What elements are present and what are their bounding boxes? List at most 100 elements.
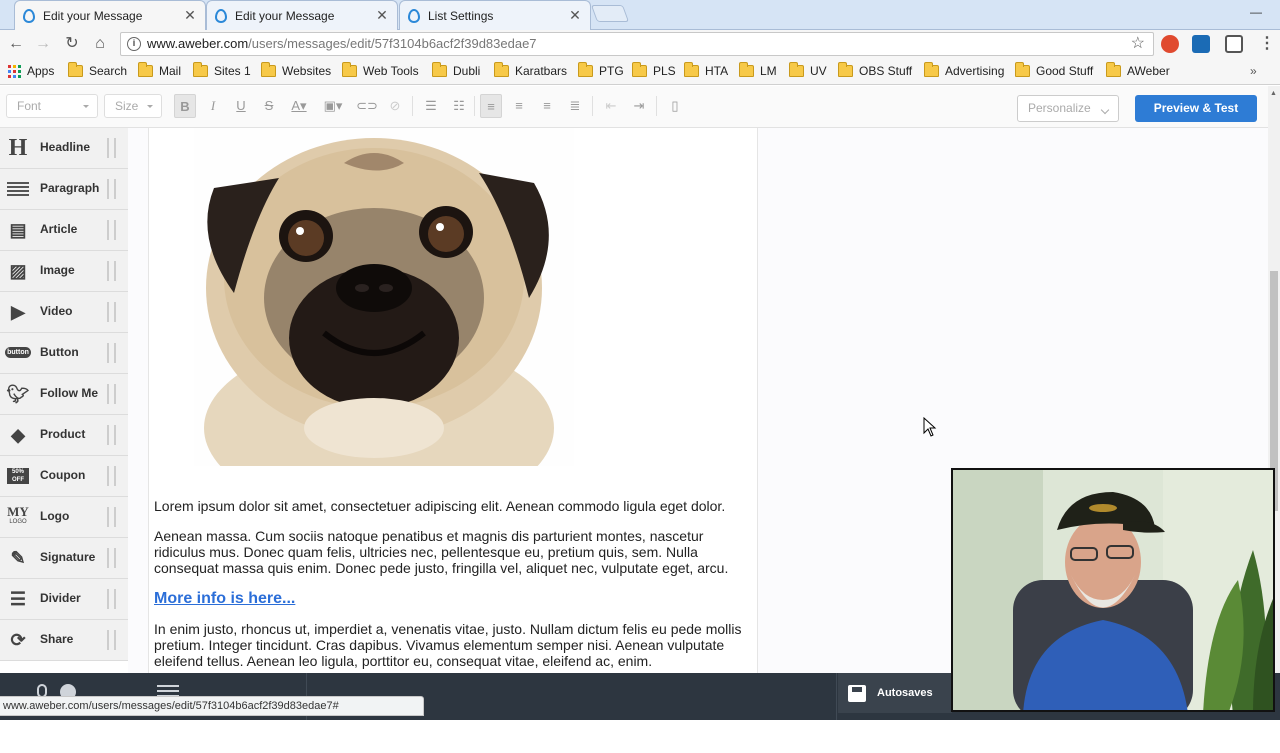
extension-red-icon[interactable] <box>1161 35 1179 53</box>
drag-handle-icon[interactable] <box>107 630 116 650</box>
bookmarks-overflow-icon[interactable]: » <box>1250 64 1257 78</box>
outdent-icon[interactable]: ⇤ <box>600 94 622 118</box>
block-coupon[interactable]: 50% OFF Coupon <box>0 456 128 497</box>
align-right-icon[interactable]: ≡ <box>536 94 558 118</box>
block-button[interactable]: button Button <box>0 333 128 374</box>
drag-handle-icon[interactable] <box>107 589 116 609</box>
message-text[interactable]: Lorem ipsum dolor sit amet, consectetuer… <box>154 498 754 683</box>
block-logo[interactable]: MY LOGO Logo <box>0 497 128 538</box>
bookmark-mail[interactable]: Mail <box>138 62 181 78</box>
link-icon[interactable]: ⊂⊃ <box>356 94 378 118</box>
highlight-color-icon[interactable]: ▣▾ <box>322 94 344 118</box>
bookmark-karatbars[interactable]: Karatbars <box>494 62 568 78</box>
more-info-link[interactable]: More info is here... <box>154 590 295 607</box>
drag-handle-icon[interactable] <box>107 138 116 158</box>
block-divider[interactable]: ☰ Divider <box>0 579 128 620</box>
extension-s-icon[interactable] <box>1192 35 1210 53</box>
align-left-icon[interactable]: ≡ <box>480 94 502 118</box>
window-minimize-icon[interactable]: — <box>1248 5 1264 19</box>
block-article[interactable]: ▤ Article <box>0 210 128 251</box>
pug-photo[interactable] <box>194 128 574 466</box>
autosaves-button[interactable]: Autosaves (10) <box>838 673 952 739</box>
new-tab-button[interactable] <box>590 5 630 22</box>
drag-handle-icon[interactable] <box>107 466 116 486</box>
site-info-icon[interactable]: i <box>127 37 141 51</box>
bookmark-websites[interactable]: Websites <box>261 62 331 78</box>
bookmark-ptg[interactable]: PTG <box>578 62 624 78</box>
message-body[interactable]: Lorem ipsum dolor sit amet, consectetuer… <box>148 128 758 673</box>
address-bar[interactable]: i www.aweber.com/users/messages/edit/57f… <box>120 32 1154 56</box>
home-icon[interactable]: ⌂ <box>89 33 111 55</box>
message-paragraph[interactable]: Aenean massa. Cum sociis natoque penatib… <box>154 528 754 576</box>
personalize-dropdown[interactable]: Personalize <box>1017 95 1119 122</box>
message-paragraph[interactable]: Lorem ipsum dolor sit amet, consectetuer… <box>154 498 754 514</box>
align-center-icon[interactable]: ≡ <box>508 94 530 118</box>
bookmark-pls[interactable]: PLS <box>632 62 676 78</box>
size-select[interactable]: Size <box>104 94 162 118</box>
close-tab-icon[interactable]: ✕ <box>181 7 199 24</box>
italic-icon[interactable]: I <box>202 94 224 118</box>
reload-icon[interactable]: ↻ <box>61 33 83 55</box>
bookmark-sites-1[interactable]: Sites 1 <box>193 62 251 78</box>
drag-handle-icon[interactable] <box>107 548 116 568</box>
numbered-list-icon[interactable]: ☰ <box>420 94 442 118</box>
drag-handle-icon[interactable] <box>107 384 116 404</box>
block-follow-me[interactable]: 🐦︎ Follow Me <box>0 374 128 415</box>
drag-handle-icon[interactable] <box>107 425 116 445</box>
block-product[interactable]: ◆ Product <box>0 415 128 456</box>
tab-edit-message-2[interactable]: Edit your Message ✕ <box>206 0 398 30</box>
bookmark-label: OBS Stuff <box>859 64 913 78</box>
bookmark-uv[interactable]: UV <box>789 62 827 78</box>
close-tab-icon[interactable]: ✕ <box>373 7 391 24</box>
bookmark-good-stuff[interactable]: Good Stuff <box>1015 62 1093 78</box>
block-image[interactable]: ▨ Image <box>0 251 128 292</box>
tab-list-settings[interactable]: List Settings ✕ <box>399 0 591 30</box>
block-video[interactable]: ▶ Video <box>0 292 128 333</box>
bookmark-search[interactable]: Search <box>68 62 128 78</box>
scroll-up-icon[interactable]: ▲ <box>1270 90 1277 97</box>
bookmark-label: Karatbars <box>515 64 568 78</box>
bookmark-dubli[interactable]: Dubli <box>432 62 481 78</box>
back-arrow-icon[interactable]: ← <box>5 33 27 55</box>
forward-arrow-icon[interactable]: → <box>32 33 54 55</box>
source-code-icon[interactable]: ▯ <box>664 94 686 118</box>
block-paragraph[interactable]: Paragraph <box>0 169 128 210</box>
bulleted-list-icon[interactable]: ☷ <box>448 94 470 118</box>
message-paragraph[interactable]: In enim justo, rhoncus ut, imperdiet a, … <box>154 621 754 669</box>
bookmark-aweber[interactable]: AWeber <box>1106 62 1170 78</box>
bookmark-label: Search <box>89 64 128 78</box>
cast-icon[interactable] <box>1225 35 1243 53</box>
bookmark-label: Dubli <box>453 64 481 78</box>
bold-icon[interactable]: B <box>174 94 196 118</box>
block-headline[interactable]: H Headline <box>0 128 128 169</box>
aweber-favicon-icon <box>215 8 227 23</box>
drag-handle-icon[interactable] <box>107 261 116 281</box>
underline-icon[interactable]: U <box>230 94 252 118</box>
article-icon: ▤ <box>9 220 27 240</box>
strikethrough-icon[interactable]: S <box>258 94 280 118</box>
block-share[interactable]: ⟳ Share <box>0 620 128 661</box>
bookmark-hta[interactable]: HTA <box>684 62 728 78</box>
bookmark-obs-stuff[interactable]: OBS Stuff <box>838 62 913 78</box>
tab-edit-message-1[interactable]: Edit your Message ✕ <box>14 0 206 30</box>
unlink-icon[interactable]: ⊘ <box>384 94 406 118</box>
browser-toolbar: ← → ↻ ⌂ i www.aweber.com/users/messages/… <box>0 30 1280 58</box>
drag-handle-icon[interactable] <box>107 507 116 527</box>
font-select[interactable]: Font <box>6 94 98 118</box>
drag-handle-icon[interactable] <box>107 220 116 240</box>
close-tab-icon[interactable]: ✕ <box>566 7 584 24</box>
text-color-icon[interactable]: A▾ <box>288 94 310 118</box>
chrome-menu-icon[interactable]: ⋮ <box>1256 33 1278 55</box>
bookmark-star-icon[interactable]: ☆ <box>1131 33 1145 55</box>
drag-handle-icon[interactable] <box>107 343 116 363</box>
preview-test-button[interactable]: Preview & Test <box>1135 95 1257 122</box>
bookmark-apps[interactable]: Apps <box>8 64 54 78</box>
align-justify-icon[interactable]: ≣ <box>564 94 586 118</box>
drag-handle-icon[interactable] <box>107 302 116 322</box>
bookmark-web-tools[interactable]: Web Tools <box>342 62 419 78</box>
indent-icon[interactable]: ⇥ <box>628 94 650 118</box>
bookmark-advertising[interactable]: Advertising <box>924 62 1004 78</box>
bookmark-lm[interactable]: LM <box>739 62 777 78</box>
drag-handle-icon[interactable] <box>107 179 116 199</box>
block-signature[interactable]: ✎ Signature <box>0 538 128 579</box>
